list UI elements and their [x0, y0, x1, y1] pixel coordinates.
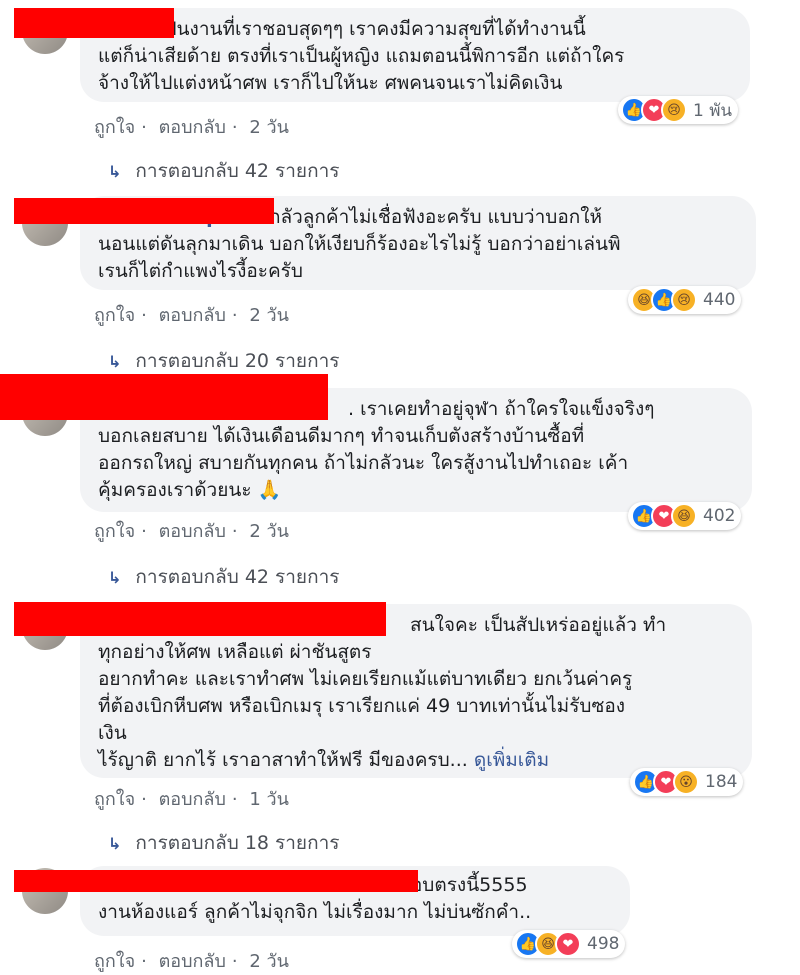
wow-icon: 😮 [673, 769, 699, 795]
reaction-summary[interactable]: 😆 👍 😢 440 [628, 286, 742, 314]
love-icon: ❤ [555, 931, 581, 957]
comment-line: ออกรถใหญ่ สบายกันทุกคน ถ้าไม่กลัวนะ ใครส… [98, 452, 629, 474]
reaction-summary[interactable]: 👍 ❤ 😢 1 พัน [618, 96, 739, 124]
haha-icon: 😆 [671, 503, 697, 529]
reply-link[interactable]: ตอบกลับ [159, 521, 226, 542]
reaction-count: 1 พัน [693, 100, 733, 121]
comment-line: แต่ก็น่าเสียด้าย ตรงที่เราเป็นผู้หญิง แถ… [98, 45, 625, 67]
separator: · [231, 305, 238, 326]
reaction-summary[interactable]: 👍 ❤ 😆 402 [628, 502, 742, 530]
sad-icon: 😢 [661, 97, 687, 123]
comment-line: เงิน [98, 722, 127, 744]
timestamp[interactable]: 2 วัน [249, 117, 289, 138]
redacted-name [0, 374, 328, 420]
redacted-name [14, 8, 174, 38]
reaction-count: 498 [587, 934, 620, 954]
comment-line: จ้างให้ไปแต่งหน้าศพ เราก็ไปให้นะ ศพคนจนเ… [98, 72, 563, 94]
separator: · [141, 305, 147, 326]
view-replies-link[interactable]: ↳ การตอบกลับ 20 รายการ [108, 346, 339, 376]
reply-link[interactable]: ตอบกลับ [159, 117, 226, 138]
see-more-link[interactable]: ดูเพิ่มเติม [474, 749, 549, 771]
separator: · [231, 521, 238, 542]
comment-line: นอนแต่ดันลุกมาเดิน บอกให้เงียบก็ร้องอะไร… [98, 233, 621, 255]
reaction-count: 440 [703, 290, 736, 310]
reply-link[interactable]: ตอบกลับ [159, 789, 226, 810]
view-replies-link[interactable]: ↳ การตอบกลับ 42 รายการ [108, 156, 339, 186]
reply-arrow-icon: ↳ [108, 568, 122, 587]
like-link[interactable]: ถูกใจ [94, 117, 135, 138]
replies-label: การตอบกลับ 18 รายการ [135, 832, 340, 854]
view-replies-link[interactable]: ↳ การตอบกลับ 42 รายการ [108, 562, 339, 592]
reaction-count: 184 [705, 772, 738, 792]
reply-link[interactable]: ตอบกลับ [159, 305, 226, 326]
reply-arrow-icon: ↳ [108, 162, 122, 181]
comment-line: บอกเลยสบาย ได้เงินเดือนดีมากๆ ทำจนเก็บตั… [98, 425, 585, 447]
comment-line: ที่ต้องเบิกหีบศพ หรือเบิกเมรุ เราเรียกแค… [98, 695, 626, 717]
comment-line: งานห้องแอร์ ลูกค้าไม่จุกจิก ไม่เรื่องมาก… [98, 901, 532, 923]
timestamp[interactable]: 1 วัน [249, 789, 289, 810]
reaction-count: 402 [703, 506, 736, 526]
separator: · [141, 521, 147, 542]
separator: · [141, 117, 147, 138]
comment-line: ทุกอย่างให้ศพ เหลือแต่ ผ่าชันสูตร [98, 641, 372, 663]
replies-label: การตอบกลับ 42 รายการ [135, 566, 340, 588]
reply-arrow-icon: ↳ [108, 834, 122, 853]
like-link[interactable]: ถูกใจ [94, 521, 135, 542]
separator: · [141, 789, 147, 810]
like-link[interactable]: ถูกใจ [94, 951, 135, 972]
redacted-name [14, 198, 274, 224]
comment-line: เป็นงานที่เราชอบสุดๆๆ เราคงมีความสุขที่ไ… [158, 18, 586, 40]
view-replies-link[interactable]: ↳ การตอบกลับ 18 รายการ [108, 828, 339, 858]
replies-label: การตอบกลับ 42 รายการ [135, 160, 340, 182]
comment-actions: ถูกใจ · ตอบกลับ · 2 วัน [94, 112, 295, 141]
comment-line: อยากทำคะ และเราทำศพ ไม่เคยเรียกแม้แต่บาท… [98, 668, 633, 690]
redacted-name [14, 602, 386, 636]
separator: · [231, 951, 238, 972]
comment-actions: ถูกใจ · ตอบกลับ · 1 วัน [94, 784, 295, 813]
timestamp[interactable]: 2 วัน [249, 521, 289, 542]
like-link[interactable]: ถูกใจ [94, 305, 135, 326]
comment-line: คุ้มครองเราด้วยนะ 🙏 [98, 479, 282, 501]
separator: · [231, 117, 238, 138]
comment-actions: ถูกใจ · ตอบกลับ · 2 วัน [94, 516, 295, 545]
timestamp[interactable]: 2 วัน [249, 951, 289, 972]
redacted-name [14, 870, 418, 892]
separator: · [231, 789, 238, 810]
like-link[interactable]: ถูกใจ [94, 789, 135, 810]
separator: · [141, 951, 147, 972]
sad-icon: 😢 [671, 287, 697, 313]
comment-bubble: เป็นงานที่เราชอบสุดๆๆ เราคงมีความสุขที่ไ… [80, 8, 750, 102]
replies-label: การตอบกลับ 20 รายการ [135, 350, 340, 372]
comment-line: เรนก็ไต่กำแพงไรงี้อะครับ [98, 260, 303, 282]
timestamp[interactable]: 2 วัน [249, 305, 289, 326]
comment-actions: ถูกใจ · ตอบกลับ · 2 วัน [94, 300, 295, 329]
reply-arrow-icon: ↳ [108, 352, 122, 371]
comment-actions: ถูกใจ · ตอบกลับ · 2 วัน [94, 946, 295, 975]
reaction-summary[interactable]: 👍 😆 ❤ 498 [512, 930, 626, 958]
reaction-summary[interactable]: 👍 ❤ 😮 184 [630, 768, 744, 796]
reply-link[interactable]: ตอบกลับ [159, 951, 226, 972]
